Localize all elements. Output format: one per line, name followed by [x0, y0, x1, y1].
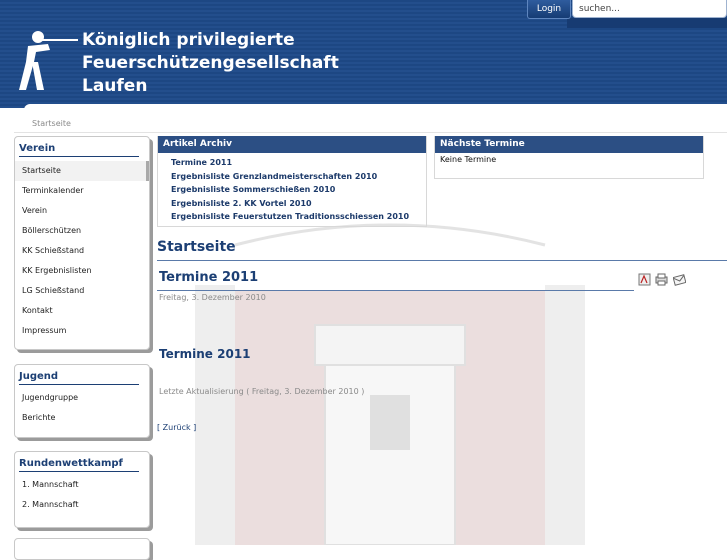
sidebar-box-jugend: Jugend Jugendgruppe Berichte: [14, 364, 150, 438]
sidebar-item-lg-schiessstand[interactable]: LG Schießstand: [15, 281, 149, 301]
breadcrumb[interactable]: Startseite: [32, 119, 71, 128]
sidebar-item-verein[interactable]: Verein: [15, 201, 149, 221]
sidebar-item-startseite[interactable]: Startseite: [15, 161, 149, 181]
sidebar-item-kk-ergebnislisten[interactable]: KK Ergebnislisten: [15, 261, 149, 281]
coat-of-arms-watermark: [195, 223, 585, 545]
header-accent-bar: [567, 18, 727, 28]
archive-item[interactable]: Ergebnisliste Feuerstutzen Traditionssch…: [171, 210, 426, 224]
article-title-divider: [157, 290, 634, 291]
print-icon[interactable]: [655, 273, 668, 286]
sidebar-item-kk-schiessstand[interactable]: KK Schießstand: [15, 241, 149, 261]
breadcrumb-divider: [14, 132, 727, 133]
sidebar-item-boellerschuetzen[interactable]: Böllerschützen: [15, 221, 149, 241]
archive-item[interactable]: Ergebnisliste 2. KK Vortel 2010: [171, 197, 426, 211]
events-panel: Nächste Termine Keine Termine: [434, 136, 704, 179]
pdf-icon[interactable]: [638, 273, 651, 286]
archive-item[interactable]: Ergebnisliste Grenzlandmeisterschaften 2…: [171, 170, 426, 184]
sidebar-box-rundenwettkampf: Rundenwettkampf 1. Mannschaft 2. Mannsch…: [14, 451, 150, 528]
sidebar-title-rundenwettkampf: Rundenwettkampf: [19, 458, 139, 472]
sidebar-box-next: [14, 538, 150, 560]
sidebar-title-jugend: Jugend: [19, 371, 139, 385]
sidebar-item-berichte[interactable]: Berichte: [15, 408, 149, 428]
page-heading-divider: [157, 260, 727, 261]
article-date: Freitag, 3. Dezember 2010: [159, 293, 266, 302]
article-updated: Letzte Aktualisierung ( Freitag, 3. Deze…: [159, 387, 365, 396]
sidebar-title-verein: Verein: [19, 143, 139, 157]
site-title-line1: Königlich privilegierte Feuerschützenges…: [82, 30, 339, 73]
archive-list: Termine 2011 Ergebnisliste Grenzlandmeis…: [158, 153, 426, 224]
back-link[interactable]: [ Zurück ]: [157, 423, 196, 432]
sidebar-item-impressum[interactable]: Impressum: [15, 321, 149, 341]
email-icon[interactable]: [673, 273, 686, 286]
archive-item[interactable]: Ergebnisliste Sommerschießen 2010: [171, 183, 426, 197]
sidebar-item-terminkalender[interactable]: Terminkalender: [15, 181, 149, 201]
site-title: Königlich privilegierte Feuerschützenges…: [82, 29, 552, 98]
login-button[interactable]: Login: [527, 0, 571, 19]
sidebar-item-jugendgruppe[interactable]: Jugendgruppe: [15, 388, 149, 408]
sidebar-item-2-mannschaft[interactable]: 2. Mannschaft: [15, 495, 149, 515]
events-empty-text: Keine Termine: [440, 155, 497, 164]
shooter-logo-icon: [19, 31, 78, 90]
events-panel-title: Nächste Termine: [435, 136, 703, 153]
archive-panel: Artikel Archiv Termine 2011 Ergebnislist…: [157, 136, 427, 227]
archive-item[interactable]: Termine 2011: [171, 156, 426, 170]
page-heading: Startseite: [157, 239, 236, 255]
site-title-line2: Laufen: [82, 76, 148, 96]
article-title[interactable]: Termine 2011: [159, 270, 258, 285]
search-input[interactable]: suchen...: [572, 0, 727, 18]
sidebar-item-1-mannschaft[interactable]: 1. Mannschaft: [15, 475, 149, 495]
sidebar-item-kontakt[interactable]: Kontakt: [15, 301, 149, 321]
sidebar-box-verein: Verein Startseite Terminkalender Verein …: [14, 136, 150, 350]
article-subtitle: Termine 2011: [159, 347, 251, 361]
archive-panel-title: Artikel Archiv: [158, 136, 426, 153]
